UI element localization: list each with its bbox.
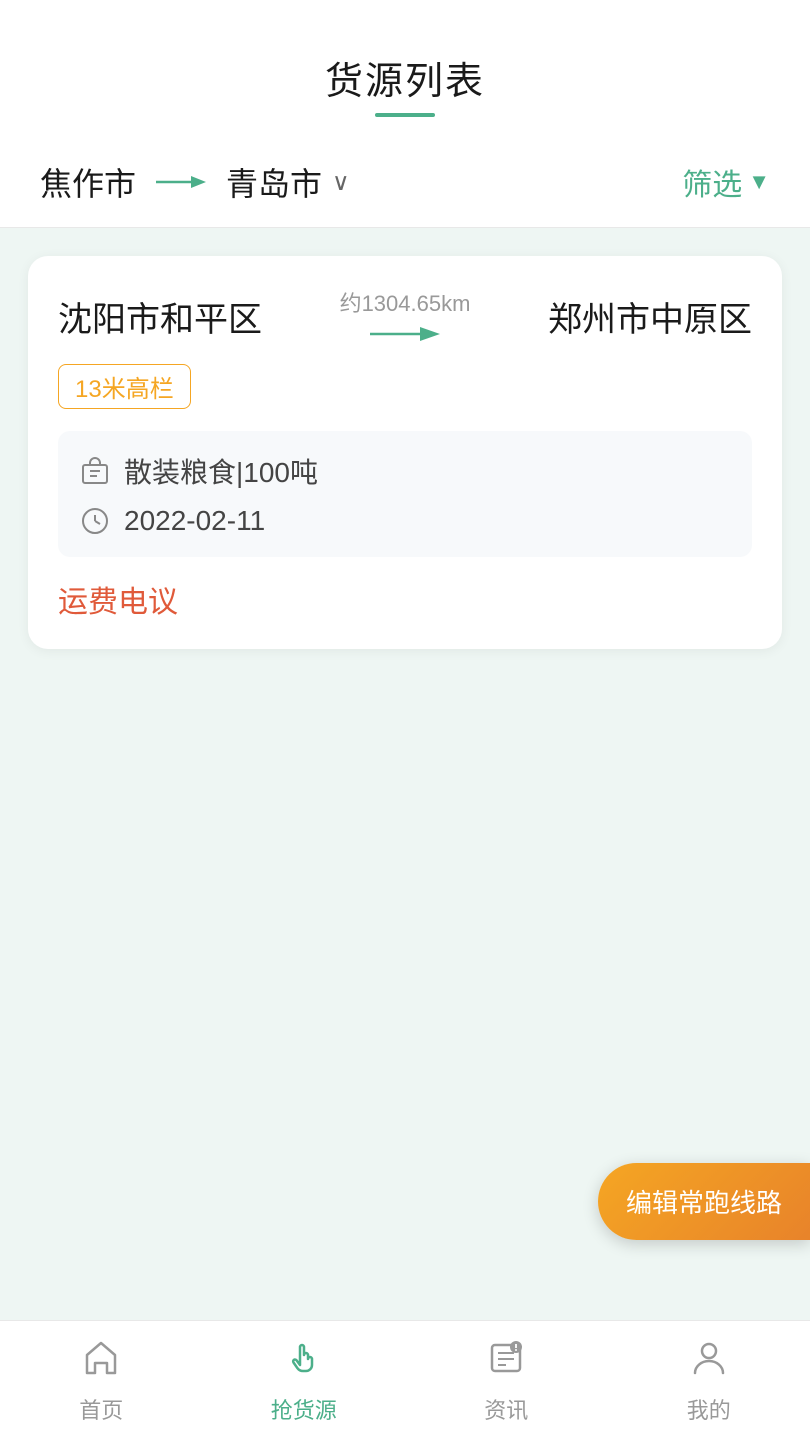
profile-icon bbox=[689, 1337, 729, 1387]
nav-label-news: 资讯 bbox=[484, 1393, 528, 1425]
nav-label-home: 首页 bbox=[79, 1393, 123, 1425]
date-row: 2022-02-11 bbox=[80, 505, 730, 537]
route-row: 沈阳市和平区 约1304.65km 郑州市中原区 bbox=[58, 286, 752, 346]
price-text: 运费电议 bbox=[58, 577, 752, 621]
title-underline bbox=[375, 113, 435, 117]
filter-city-from[interactable]: 焦作市 bbox=[40, 159, 136, 205]
nav-label-profile: 我的 bbox=[687, 1393, 731, 1425]
origin-city: 沈阳市和平区 bbox=[58, 292, 262, 341]
tags-row: 13米高栏 bbox=[58, 364, 752, 409]
news-icon bbox=[486, 1337, 526, 1387]
date-text: 2022-02-11 bbox=[124, 505, 265, 537]
filter-direction-arrow bbox=[156, 170, 206, 194]
home-icon bbox=[81, 1337, 121, 1387]
filter-button[interactable]: 筛选 ▼ bbox=[682, 160, 770, 204]
filter-city-to[interactable]: 青岛市 bbox=[226, 159, 322, 205]
fab-label: 编辑常跑线路 bbox=[626, 1188, 782, 1218]
filter-bar: 焦作市 青岛市 ∨ 筛选 ▼ bbox=[0, 137, 810, 228]
route-distance: 约1304.65km bbox=[340, 286, 471, 318]
filter-chevron-icon: ▼ bbox=[748, 169, 770, 195]
nav-label-grab: 抢货源 bbox=[271, 1393, 337, 1425]
route-arrow-icon bbox=[370, 322, 440, 346]
nav-item-home[interactable]: 首页 bbox=[0, 1337, 203, 1425]
main-content: 沈阳市和平区 约1304.65km 郑州市中原区 13米高栏 bbox=[0, 228, 810, 1320]
nav-item-profile[interactable]: 我的 bbox=[608, 1337, 810, 1425]
fab-edit-route[interactable]: 编辑常跑线路 bbox=[598, 1163, 810, 1240]
grab-icon bbox=[284, 1337, 324, 1387]
goods-icon bbox=[80, 457, 110, 485]
goods-row: 散装粮食|100吨 bbox=[80, 451, 730, 491]
filter-city-chevron[interactable]: ∨ bbox=[332, 168, 350, 197]
route-middle: 约1304.65km bbox=[340, 286, 471, 346]
info-box: 散装粮食|100吨 2022-02-11 bbox=[58, 431, 752, 557]
nav-item-grab[interactable]: 抢货源 bbox=[203, 1337, 406, 1425]
destination-city: 郑州市中原区 bbox=[548, 292, 752, 341]
cargo-card[interactable]: 沈阳市和平区 约1304.65km 郑州市中原区 13米高栏 bbox=[28, 256, 782, 649]
page-title: 货源列表 bbox=[0, 50, 810, 105]
header: 货源列表 bbox=[0, 0, 810, 137]
vehicle-tag: 13米高栏 bbox=[58, 364, 191, 409]
goods-text: 散装粮食|100吨 bbox=[124, 451, 318, 491]
nav-item-news[interactable]: 资讯 bbox=[405, 1337, 608, 1425]
filter-label: 筛选 bbox=[682, 160, 742, 204]
date-icon bbox=[80, 507, 110, 535]
bottom-nav: 首页 抢货源 资讯 bbox=[0, 1320, 810, 1440]
